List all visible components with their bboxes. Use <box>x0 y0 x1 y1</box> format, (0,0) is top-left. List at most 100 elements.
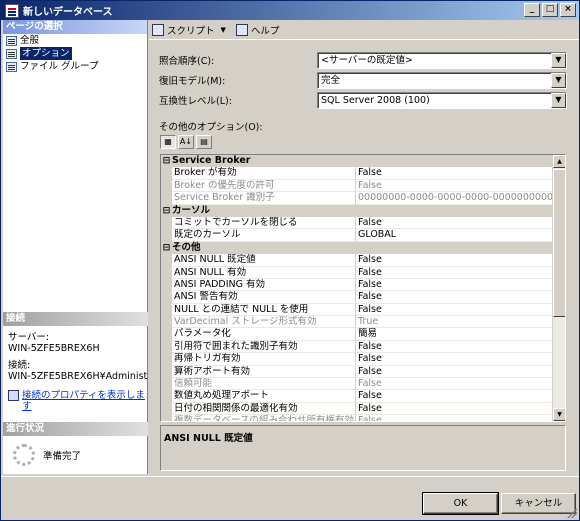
grid-property-row[interactable]: VarDecimal ストレージ形式有効 True <box>161 316 553 329</box>
grid-property-row[interactable]: ANSI 警告有効 False <box>161 291 553 304</box>
connection-value: WIN-5ZFE5BREX6H¥Administrator <box>8 371 148 382</box>
dialog-window: 新しいデータベース _ □ × ページの選択 全般 オプション ファイル グルー… <box>0 0 580 521</box>
property-pages-button[interactable]: ▤ <box>196 135 212 149</box>
maximize-button[interactable]: □ <box>542 3 558 17</box>
row-indent <box>161 291 172 304</box>
database-icon <box>5 3 19 18</box>
grid-property-row[interactable]: 数値丸め処理アボート False <box>161 390 553 403</box>
compat-select[interactable]: SQL Server 2008 (100) ▼ <box>317 91 567 109</box>
row-indent <box>161 254 172 267</box>
grid-property-row[interactable]: Broker が有効 False <box>161 167 553 180</box>
scroll-down-icon[interactable]: ▼ <box>553 408 565 421</box>
right-panel: スクリプト ▼ ヘルプ 照合順序(C): <サーバーの既定値> ▼ 復旧モデル(… <box>149 20 579 474</box>
title-bar[interactable]: 新しいデータベース _ □ × <box>1 1 579 20</box>
minimize-button[interactable]: _ <box>524 3 540 17</box>
script-button[interactable]: スクリプト ▼ <box>152 23 226 37</box>
property-value[interactable]: False <box>356 353 553 366</box>
grid-toolbar: ▦ A↓ ▤ <box>160 135 212 149</box>
grid-property-row[interactable]: ANSI NULL 有効 False <box>161 266 553 279</box>
grid-property-row[interactable]: 再帰トリガ有効 False <box>161 353 553 366</box>
grid-property-row[interactable]: 信頼可能 False <box>161 378 553 391</box>
property-value[interactable]: False <box>356 167 553 180</box>
property-name: 複数データベースの組み合わせ所有権有効 <box>172 415 356 421</box>
connection-section: 接続 サーバー: WIN-5ZFE5BREX6H 接続: WIN-5ZFE5BR… <box>3 308 148 412</box>
property-value[interactable]: 00000000-0000-0000-0000-000000000000 <box>356 192 553 205</box>
grid-property-row[interactable]: ANSI NULL 既定値 False <box>161 254 553 267</box>
grid-property-row[interactable]: 算術アボート有効 False <box>161 365 553 379</box>
collapse-icon[interactable]: ⊟ <box>161 155 172 167</box>
help-icon <box>235 23 248 36</box>
grid-category[interactable]: ⊟ Service Broker <box>161 155 553 168</box>
ok-button[interactable]: OK <box>422 492 499 515</box>
property-value[interactable]: False <box>356 291 553 304</box>
collapse-icon[interactable]: ⊟ <box>161 205 172 217</box>
property-value[interactable]: False <box>356 254 553 267</box>
connection-properties-link[interactable]: 接続のプロパティを表示します <box>3 390 148 412</box>
alphabetical-button[interactable]: A↓ <box>178 135 194 149</box>
recovery-value: 完全 <box>321 74 341 86</box>
grid-property-row[interactable]: Broker の優先度の許可 False <box>161 179 553 193</box>
chevron-down-icon[interactable]: ▼ <box>221 26 226 34</box>
other-options-label: その他のオプション(O): <box>159 122 263 133</box>
grid-property-row[interactable]: パラメータ化 簡易 <box>161 328 553 341</box>
page-item-filegroups[interactable]: ファイル グループ <box>3 60 147 73</box>
grid-property-row[interactable]: 複数データベースの組み合わせ所有権有効 False <box>161 415 553 421</box>
property-value[interactable]: False <box>356 180 553 193</box>
property-value[interactable]: False <box>356 341 553 354</box>
resize-grip-icon[interactable] <box>567 508 577 518</box>
scroll-up-icon[interactable]: ▲ <box>553 155 565 168</box>
chevron-down-icon[interactable]: ▼ <box>551 92 566 108</box>
property-value[interactable]: False <box>356 390 553 403</box>
script-label: スクリプト <box>167 25 215 37</box>
cancel-button[interactable]: キャンセル <box>501 493 576 514</box>
page-label: 全般 <box>20 35 40 46</box>
property-name: 算術アボート有効 <box>172 365 356 379</box>
compat-value: SQL Server 2008 (100) <box>321 94 430 106</box>
help-button[interactable]: ヘルプ <box>235 23 279 37</box>
property-value[interactable]: GLOBAL <box>356 229 553 242</box>
property-value[interactable]: False <box>356 415 553 421</box>
property-value[interactable]: False <box>356 403 553 416</box>
grid-property-row[interactable]: Service Broker 識別子 00000000-0000-0000-000… <box>161 192 553 205</box>
property-grid[interactable]: ⊟ Service Broker Broker が有効 False Broker の優先… <box>160 154 566 422</box>
grid-property-row[interactable]: 既定のカーソル GLOBAL <box>161 229 553 242</box>
toolbar: スクリプト ▼ ヘルプ <box>149 20 579 40</box>
page-item-options[interactable]: オプション <box>3 47 147 60</box>
collation-select[interactable]: <サーバーの既定値> ▼ <box>317 51 567 69</box>
property-name: ANSI PADDING 有効 <box>172 278 356 292</box>
property-value[interactable]: False <box>356 279 553 292</box>
chevron-down-icon[interactable]: ▼ <box>551 72 566 88</box>
row-indent <box>161 328 172 341</box>
grid-property-row[interactable]: 引用符で囲まれた識別子有効 False <box>161 340 553 354</box>
grid-property-row[interactable]: 日付の相関関係の最適化有効 False <box>161 402 553 416</box>
close-button[interactable]: × <box>560 3 576 17</box>
progress-section: 進行状況 準備完了 <box>3 418 148 466</box>
grid-property-row[interactable]: ANSI PADDING 有効 False <box>161 278 553 292</box>
property-value[interactable]: False <box>356 378 553 391</box>
window-title: 新しいデータベース <box>23 7 113 18</box>
row-indent <box>161 229 172 242</box>
property-value[interactable]: True <box>356 316 553 329</box>
grid-category[interactable]: ⊟ その他 <box>161 241 553 255</box>
property-value[interactable]: 簡易 <box>356 328 553 341</box>
property-value[interactable]: False <box>356 267 553 279</box>
vertical-scrollbar[interactable]: ▲ ▼ <box>552 155 565 421</box>
row-indent <box>161 402 172 416</box>
collapse-icon[interactable]: ⊟ <box>161 242 172 254</box>
grid-property-row[interactable]: コミットでカーソルを閉じる False <box>161 216 553 230</box>
grid-category[interactable]: ⊟ カーソル <box>161 204 553 217</box>
page-item-general[interactable]: 全般 <box>3 34 147 47</box>
category-name: その他 <box>172 241 201 253</box>
property-name: Service Broker 識別子 <box>172 192 356 205</box>
row-indent <box>161 167 172 180</box>
property-value[interactable]: False <box>356 217 553 230</box>
chevron-down-icon[interactable]: ▼ <box>551 52 566 68</box>
row-indent <box>161 316 172 329</box>
scroll-thumb[interactable] <box>553 169 565 317</box>
categorized-button[interactable]: ▦ <box>160 135 176 149</box>
property-value[interactable]: False <box>356 304 553 317</box>
category-name: カーソル <box>172 204 211 216</box>
property-value[interactable]: False <box>356 366 553 379</box>
grid-property-row[interactable]: NULL との連結で NULL を使用 False <box>161 303 553 317</box>
recovery-select[interactable]: 完全 ▼ <box>317 71 567 89</box>
